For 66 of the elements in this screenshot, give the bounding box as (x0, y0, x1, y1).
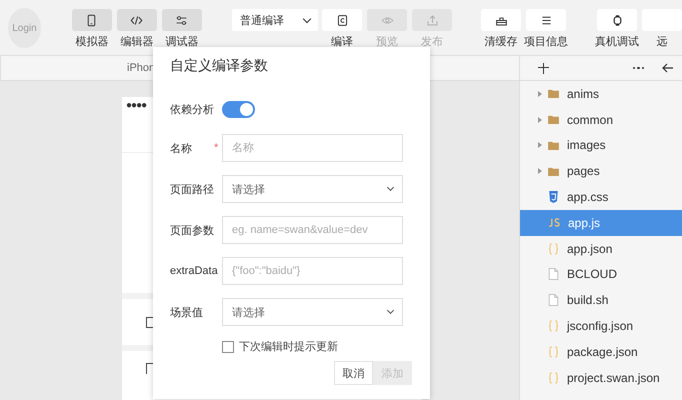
field-label: 名称 (170, 142, 193, 156)
checkbox-label: 下次编辑时提示更新 (239, 340, 338, 354)
file-icon (548, 268, 559, 280)
more-icon[interactable] (632, 66, 644, 70)
file-tree-item[interactable]: project.swan.json (520, 364, 682, 391)
field-label: 页面参数 (170, 224, 214, 238)
braces-icon (548, 372, 559, 384)
collapsed-arrow-icon[interactable] (538, 90, 542, 97)
back-arrow-icon[interactable] (662, 62, 674, 74)
toolbar-button[interactable] (322, 9, 362, 31)
dialog-title: 自定义编译参数 (170, 56, 269, 75)
field-label: 依赖分析 (170, 102, 214, 116)
select-field[interactable]: 请选择 (222, 175, 403, 203)
js-file-icon (548, 218, 561, 228)
toolbar-label: 预览 (376, 35, 398, 49)
toolbar-button[interactable] (597, 9, 637, 31)
code-icon (130, 14, 144, 26)
css-file-icon (548, 191, 559, 204)
field-label: 场景值 (170, 306, 204, 320)
compile-mode-dropdown[interactable]: 普通编译 (232, 9, 318, 31)
toolbar-button[interactable] (116, 9, 157, 31)
input-field[interactable]: eg. name=swan&value=dev (222, 216, 403, 244)
file-tree-item[interactable]: build.sh (520, 287, 682, 314)
file-tree-item[interactable]: package.json (520, 338, 682, 365)
toolbar-label: 真机调试 (595, 35, 639, 49)
sliders-icon (175, 14, 188, 26)
toolbar-label: 远 (656, 35, 668, 49)
cancel-button[interactable]: 取消 (334, 361, 373, 385)
file-tree-item[interactable]: pages (520, 158, 682, 184)
braces-icon (548, 320, 559, 332)
folder-icon (548, 115, 559, 124)
file-tree-item[interactable]: jsconfig.json (520, 313, 682, 339)
upload-icon (426, 14, 438, 26)
file-tree-item[interactable]: app.css (520, 184, 682, 210)
collapsed-arrow-icon[interactable] (538, 168, 542, 174)
toolbar-label: 调试器 (165, 35, 198, 49)
file-tree-item[interactable]: common (520, 106, 682, 133)
toolbar-label: 清缓存 (484, 35, 518, 49)
folder-icon (548, 140, 559, 150)
folder-icon (548, 89, 559, 98)
checkbox[interactable] (222, 340, 234, 352)
braces-icon (548, 242, 559, 255)
toolbar-label: 项目信息 (524, 35, 568, 49)
file-tree-item[interactable]: app.json (520, 236, 682, 262)
field-label: 页面路径 (170, 182, 214, 196)
collapsed-arrow-icon[interactable] (538, 142, 542, 148)
collapsed-arrow-icon[interactable] (538, 116, 542, 123)
file-tree-item[interactable]: anims (520, 81, 682, 107)
toggle-switch[interactable] (222, 100, 255, 118)
toolbar-label: 模拟器 (75, 34, 108, 49)
toolbar-button[interactable] (72, 9, 112, 31)
watch-icon (610, 14, 624, 26)
select-field[interactable]: 请选择 (222, 298, 403, 326)
file-tree-item[interactable]: images (520, 132, 682, 158)
toolbar-label: 编辑器 (120, 35, 154, 49)
input-field[interactable]: {"foo":"baidu"} (222, 257, 403, 285)
toolbar-label: 发布 (421, 35, 443, 49)
file-icon (548, 294, 559, 306)
input-field[interactable]: 名称 (222, 134, 403, 162)
compile-icon (336, 14, 348, 26)
toolbar-label: 编译 (331, 35, 353, 49)
file-tree-item[interactable]: BCLOUD (520, 262, 682, 288)
toolbar-button[interactable] (481, 9, 521, 31)
required-mark: * (214, 142, 220, 154)
folder-icon (548, 166, 559, 176)
braces-icon (548, 346, 559, 358)
